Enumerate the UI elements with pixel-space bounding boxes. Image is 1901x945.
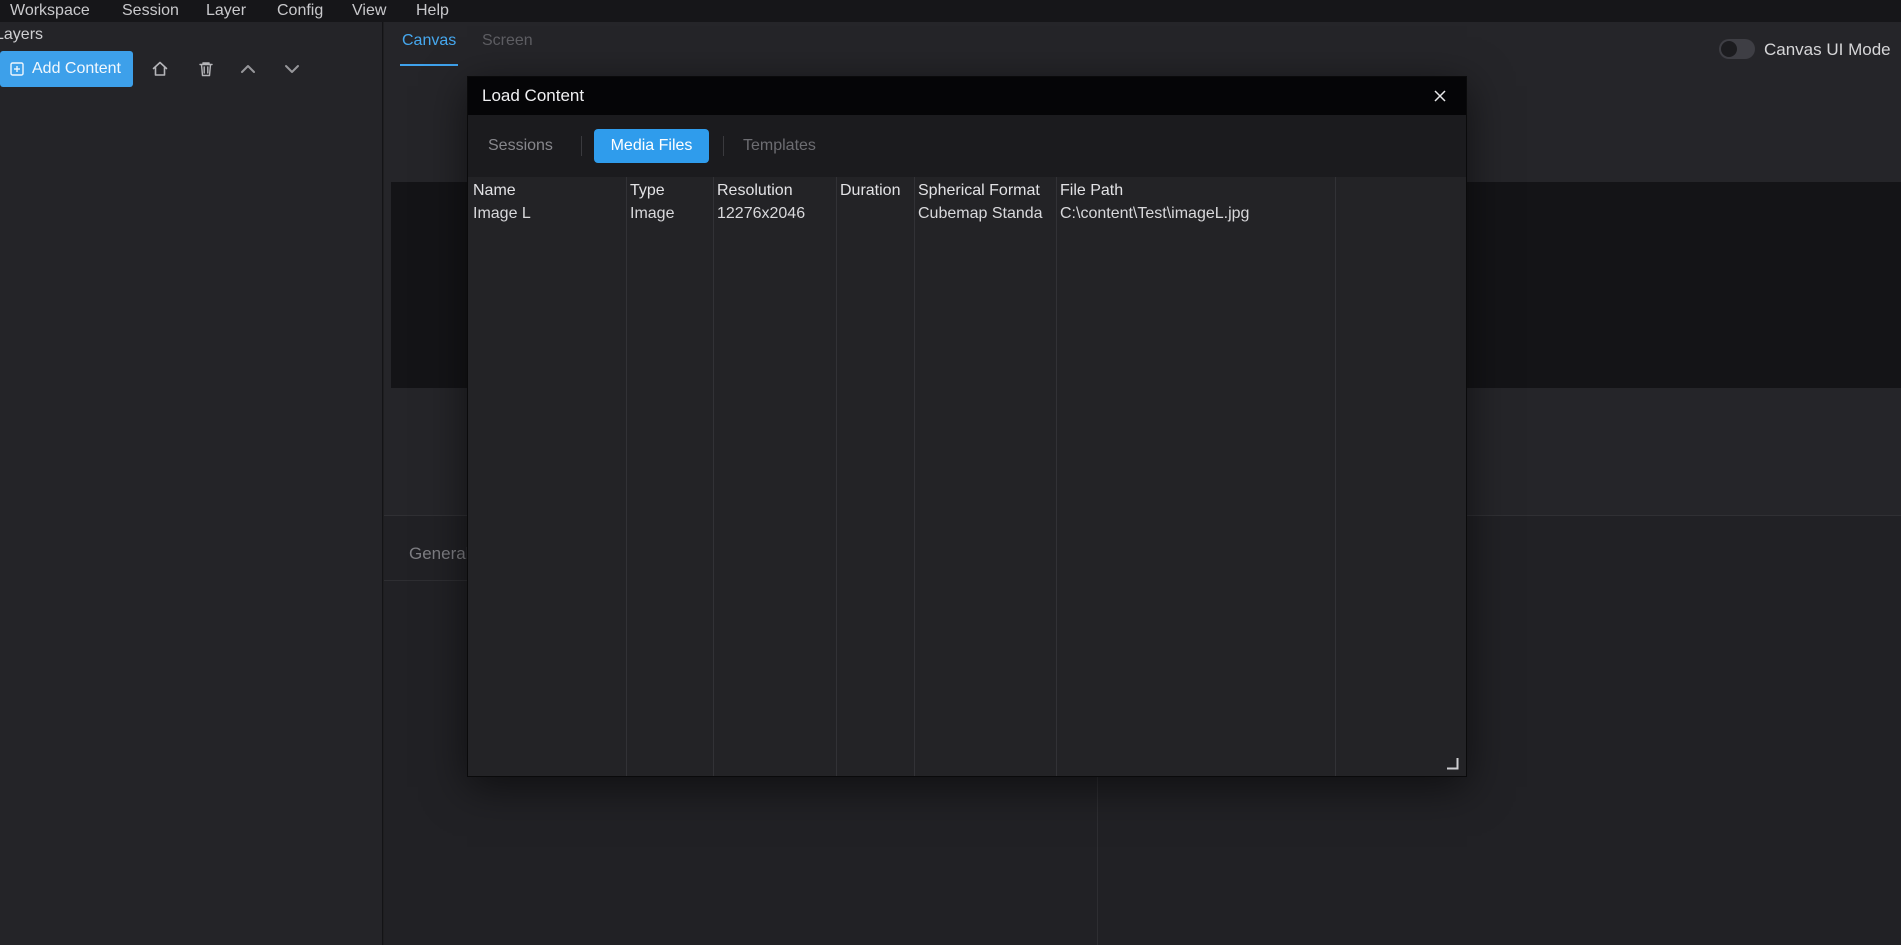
column-divider [1056,177,1057,776]
dialog-close-button[interactable] [1430,86,1450,106]
menu-item-layer[interactable]: Layer [206,1,246,21]
toggle-knob [1721,41,1737,57]
cell-name: Image L [473,205,531,223]
load-content-dialog: Load Content Sessions Media Files Templa… [467,76,1467,777]
column-header-spherical-format[interactable]: Spherical Format [918,182,1040,200]
cell-file-path: C:\content\Test\imageL.jpg [1060,205,1249,223]
column-header-resolution[interactable]: Resolution [717,182,793,200]
dialog-resize-handle[interactable] [1444,755,1460,771]
menu-item-view[interactable]: View [352,1,386,21]
layers-panel-title: Layers [0,26,43,44]
column-divider [1335,177,1336,776]
menu-item-config[interactable]: Config [277,1,323,21]
chevron-down-icon [282,59,302,79]
dialog-tab-media-files[interactable]: Media Files [594,129,709,163]
delete-layer-button[interactable] [193,56,219,82]
column-header-name[interactable]: Name [473,182,516,200]
move-layer-down-button[interactable] [279,56,305,82]
add-content-icon [9,61,25,77]
trash-icon [197,60,215,78]
menu-item-session[interactable]: Session [122,1,179,21]
layers-panel: Layers Add Content [0,22,383,945]
column-divider [914,177,915,776]
properties-section-general[interactable]: General [409,544,469,564]
cell-type: Image [630,205,674,223]
column-divider [836,177,837,776]
tab-canvas[interactable]: Canvas [400,32,458,66]
close-icon [1433,89,1447,103]
resize-corner-icon [1444,755,1460,771]
menu-bar: Workspace Session Layer Config View Help [0,0,1901,22]
dialog-title: Load Content [482,86,584,106]
dialog-tab-bar: Sessions Media Files Templates [468,115,1466,177]
dialog-tab-sessions[interactable]: Sessions [488,115,553,177]
canvas-ui-mode-toggle[interactable] [1719,39,1755,59]
table-row[interactable]: Image L Image 12276x2046 Cubemap Standa … [468,205,1466,227]
column-header-duration[interactable]: Duration [840,182,900,200]
menu-item-help[interactable]: Help [416,1,449,21]
move-layer-up-button[interactable] [235,56,261,82]
dialog-title-bar[interactable]: Load Content [468,77,1466,115]
media-files-table: Name Type Resolution Duration Spherical … [468,177,1466,776]
column-divider [626,177,627,776]
column-header-type[interactable]: Type [630,182,665,200]
cell-resolution: 12276x2046 [717,205,805,223]
column-header-file-path[interactable]: File Path [1060,182,1123,200]
tab-separator [723,136,724,156]
menu-item-workspace[interactable]: Workspace [10,1,90,21]
cell-spherical-format: Cubemap Standa [918,205,1043,223]
chevron-up-icon [238,59,258,79]
dialog-tab-templates[interactable]: Templates [743,115,816,177]
add-content-button[interactable]: Add Content [0,51,133,87]
tab-screen[interactable]: Screen [482,32,533,66]
add-content-label: Add Content [32,60,121,78]
tab-separator [581,136,582,156]
home-icon [150,59,170,79]
canvas-ui-mode-label: Canvas UI Mode [1764,40,1891,60]
home-button[interactable] [147,56,173,82]
column-divider [713,177,714,776]
application-window: Workspace Session Layer Config View Help… [0,0,1901,945]
